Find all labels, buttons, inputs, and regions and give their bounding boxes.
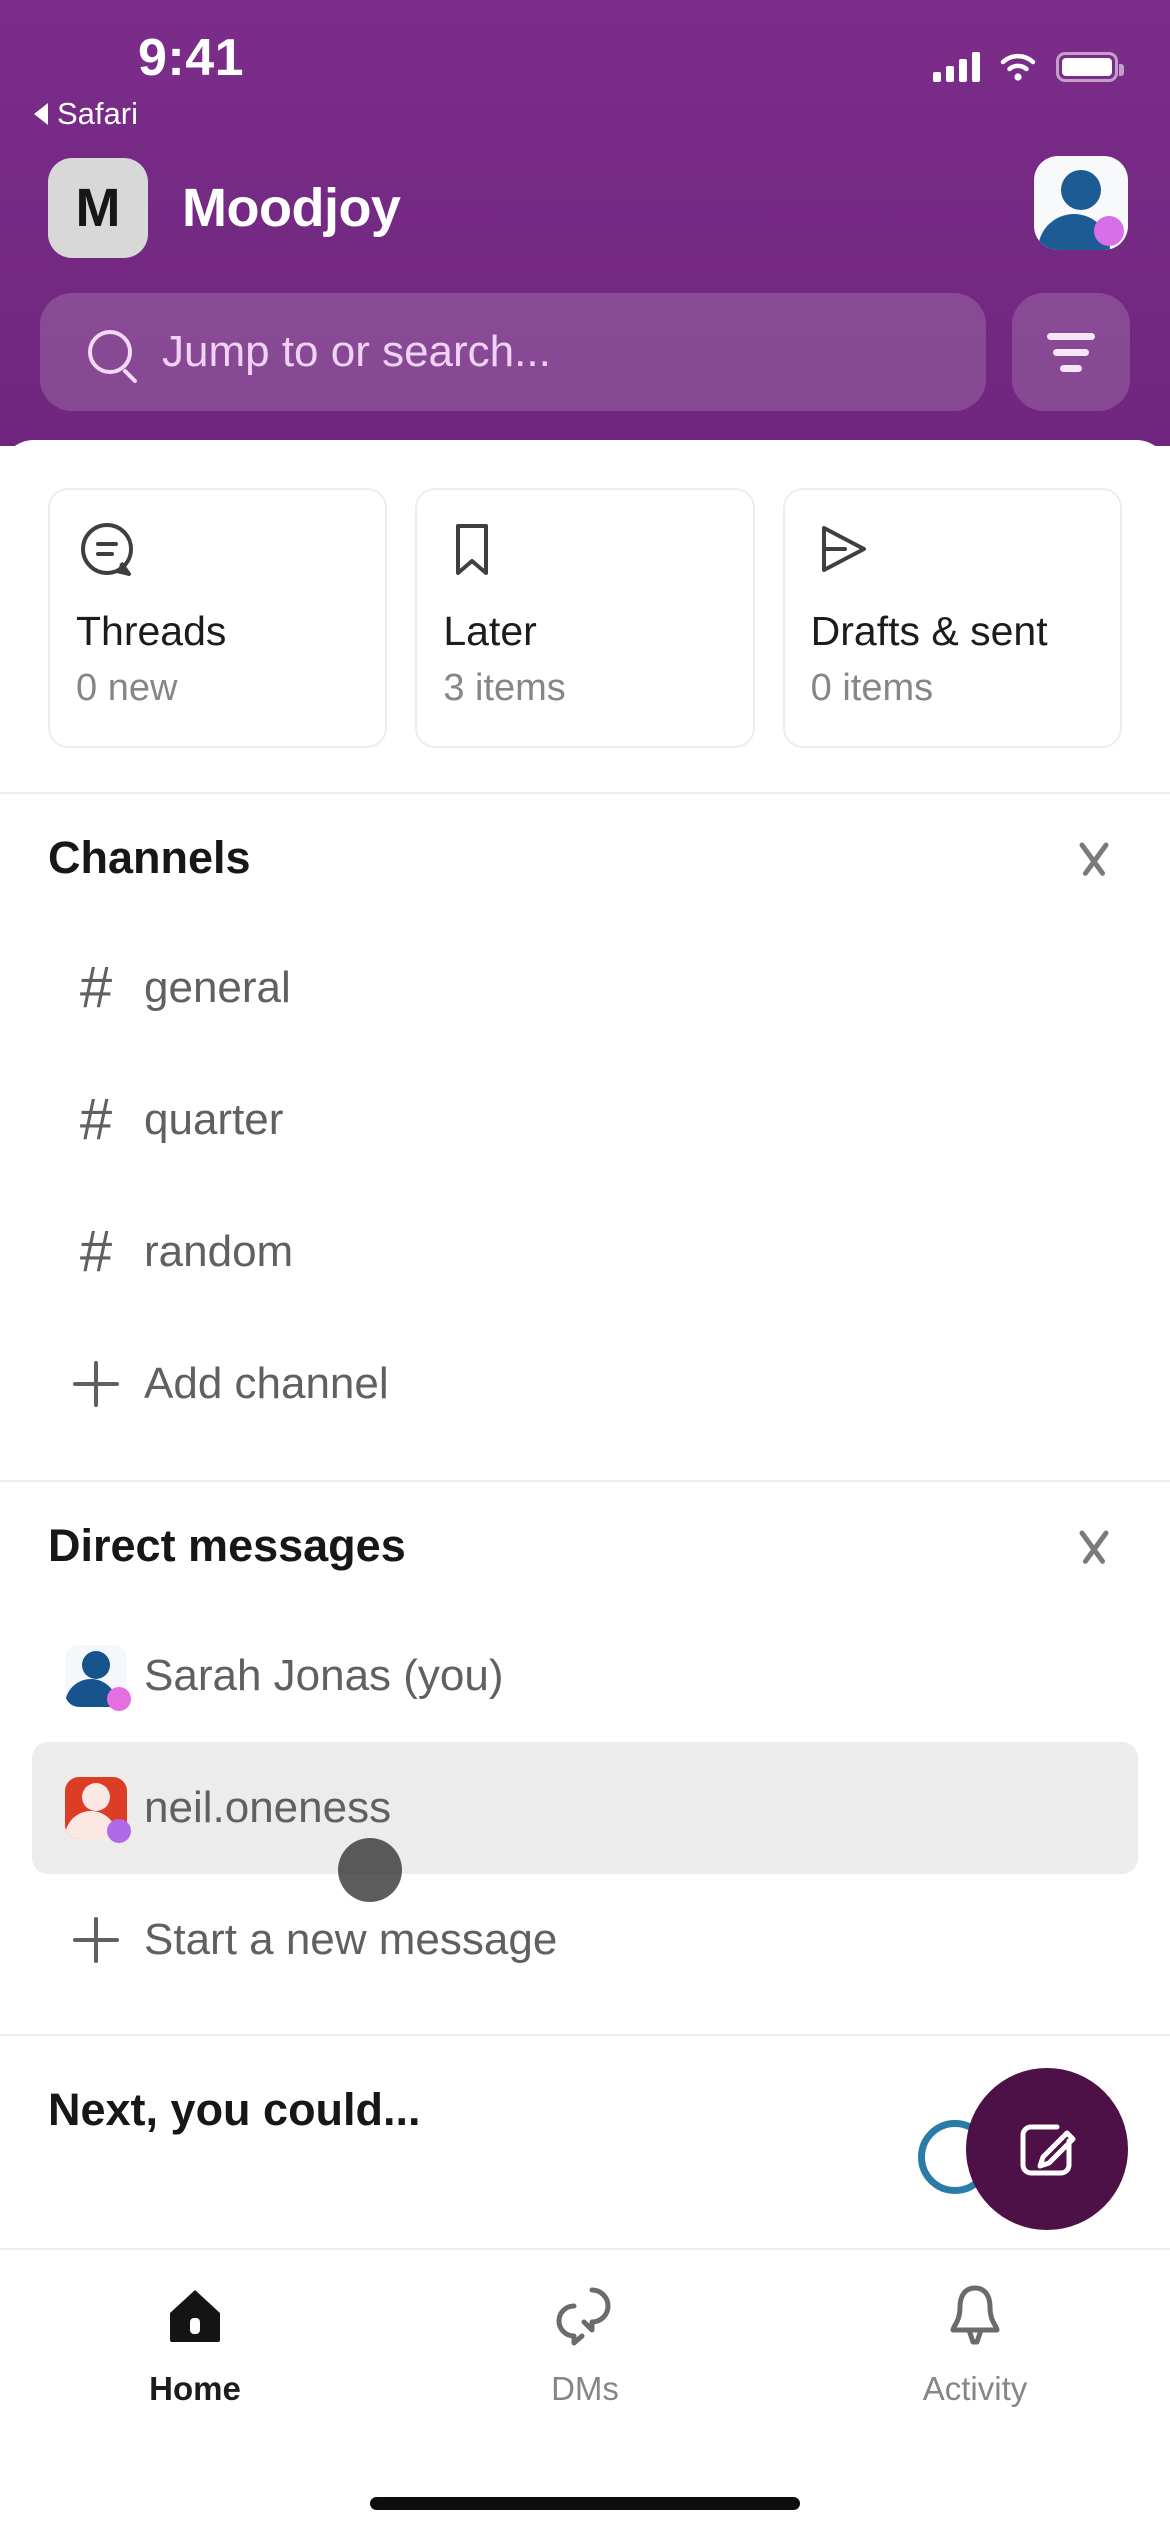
search-row: Jump to or search... bbox=[0, 288, 1170, 416]
dm-label: Start a new message bbox=[144, 1915, 558, 1964]
dms-icon bbox=[548, 2276, 622, 2354]
start-new-message-button[interactable]: Start a new message bbox=[48, 1874, 1122, 2006]
dm-header[interactable]: Direct messages bbox=[48, 1482, 1122, 1610]
add-channel-button[interactable]: Add channel bbox=[48, 1318, 1122, 1450]
filter-icon-line-2 bbox=[1053, 348, 1089, 356]
threads-icon bbox=[76, 518, 359, 604]
sidebar-item-general[interactable]: # general bbox=[48, 922, 1122, 1054]
bell-icon bbox=[940, 2276, 1010, 2354]
plus-icon bbox=[48, 1917, 144, 1963]
direct-messages-section: Direct messages Sarah Jonas (you) neil.o… bbox=[0, 1482, 1170, 2006]
plus-icon bbox=[48, 1361, 144, 1407]
status-bar-indicators bbox=[933, 52, 1124, 82]
drafts-card[interactable]: Drafts & sent 0 items bbox=[782, 488, 1122, 748]
home-icon bbox=[160, 2276, 230, 2354]
presence-dot bbox=[1094, 216, 1124, 246]
sidebar-item-random[interactable]: # random bbox=[48, 1186, 1122, 1318]
sidebar-item-quarter[interactable]: # quarter bbox=[48, 1054, 1122, 1186]
hash-icon: # bbox=[79, 955, 113, 1020]
card-title: Drafts & sent bbox=[810, 608, 1048, 654]
chevron-down-icon[interactable] bbox=[1066, 1529, 1122, 1563]
battery-icon bbox=[1056, 52, 1124, 82]
dm-title: Direct messages bbox=[48, 1520, 406, 1571]
channel-label: quarter bbox=[144, 1095, 284, 1144]
workspace-row: M Moodjoy bbox=[0, 148, 1170, 268]
tab-activity[interactable]: Activity bbox=[780, 2276, 1170, 2460]
channels-header[interactable]: Channels bbox=[48, 794, 1122, 922]
channels-title: Channels bbox=[48, 832, 251, 883]
status-bar: 9:41 bbox=[0, 0, 1170, 150]
channel-label: Add channel bbox=[144, 1359, 389, 1408]
dm-label: Sarah Jonas (you) bbox=[144, 1651, 504, 1700]
presence-dot bbox=[107, 1687, 131, 1711]
send-icon bbox=[811, 518, 1094, 604]
search-icon bbox=[88, 330, 132, 374]
app-screen: 9:41 Safari M Moodjoy Jump to or search.… bbox=[0, 0, 1170, 2532]
dm-item-neil-oneness[interactable]: neil.oneness bbox=[32, 1742, 1138, 1874]
search-input[interactable]: Jump to or search... bbox=[40, 293, 986, 411]
signal-bars-icon bbox=[933, 52, 980, 82]
search-placeholder: Jump to or search... bbox=[162, 327, 551, 376]
wifi-icon bbox=[1000, 53, 1036, 81]
compose-button[interactable] bbox=[966, 2068, 1128, 2230]
avatar bbox=[48, 1777, 144, 1843]
dm-item-sarah-jonas[interactable]: Sarah Jonas (you) bbox=[48, 1610, 1122, 1742]
avatar bbox=[48, 1645, 144, 1711]
content-sheet: Threads 0 new Later 3 items Drafts & sen… bbox=[0, 440, 1170, 2248]
later-card[interactable]: Later 3 items bbox=[415, 488, 755, 748]
avatar-head bbox=[1061, 170, 1101, 210]
threads-card[interactable]: Threads 0 new bbox=[48, 488, 388, 748]
workspace-name[interactable]: Moodjoy bbox=[182, 177, 401, 239]
back-arrow-icon bbox=[34, 103, 48, 125]
tab-label: Activity bbox=[922, 2370, 1028, 2407]
quick-cards: Threads 0 new Later 3 items Drafts & sen… bbox=[0, 440, 1170, 792]
back-link-label: Safari bbox=[57, 96, 138, 131]
filter-icon-line-3 bbox=[1060, 364, 1082, 372]
touch-cursor bbox=[338, 1838, 402, 1902]
filter-button[interactable] bbox=[1012, 293, 1130, 411]
tab-label: DMs bbox=[551, 2370, 619, 2407]
bookmark-icon bbox=[443, 518, 726, 604]
tab-dms[interactable]: DMs bbox=[390, 2276, 780, 2460]
user-avatar[interactable] bbox=[1034, 156, 1128, 250]
compose-icon bbox=[1020, 2124, 1076, 2176]
card-title: Later bbox=[443, 608, 537, 654]
bottom-tab-bar: Home DMs Activity bbox=[0, 2248, 1170, 2532]
dm-label: neil.oneness bbox=[144, 1783, 392, 1832]
back-to-safari-link[interactable]: Safari bbox=[34, 96, 138, 132]
card-title: Threads bbox=[76, 608, 227, 654]
card-subtitle: 0 new bbox=[76, 667, 178, 709]
chevron-down-icon[interactable] bbox=[1066, 841, 1122, 875]
filter-icon-line-1 bbox=[1047, 332, 1095, 340]
channel-label: general bbox=[144, 963, 291, 1012]
status-bar-time: 9:41 bbox=[138, 29, 245, 87]
workspace-logo[interactable]: M bbox=[48, 158, 148, 258]
app-header: 9:41 Safari M Moodjoy Jump to or search.… bbox=[0, 0, 1170, 446]
presence-dot bbox=[107, 1819, 131, 1843]
next-section-title: Next, you could... bbox=[48, 2084, 421, 2135]
hash-icon: # bbox=[79, 1087, 113, 1152]
card-subtitle: 0 items bbox=[810, 667, 934, 709]
channel-label: random bbox=[144, 1227, 294, 1276]
tab-label: Home bbox=[149, 2370, 241, 2407]
tab-home[interactable]: Home bbox=[0, 2276, 390, 2460]
channels-section: Channels # general # quarter # random Ad… bbox=[0, 794, 1170, 1450]
home-indicator bbox=[370, 2497, 800, 2510]
card-subtitle: 3 items bbox=[443, 667, 566, 709]
hash-icon: # bbox=[79, 1219, 113, 1284]
